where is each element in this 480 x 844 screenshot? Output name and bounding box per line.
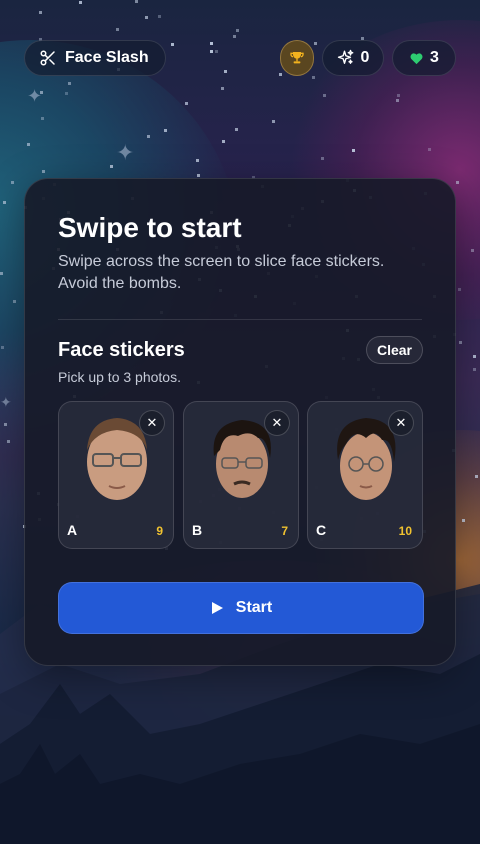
trophy-icon [289,50,305,66]
remove-sticker-button[interactable]: ✕ [264,410,290,436]
star [456,181,459,184]
panel-description: Swipe across the screen to slice face st… [58,253,385,292]
star [1,346,4,349]
star [458,288,461,291]
star [221,87,224,90]
star [79,1,82,4]
divider [58,319,422,320]
star [42,170,45,173]
sticker-count: 7 [281,524,288,538]
star [473,368,476,371]
star [321,157,324,160]
sticker-label: C [316,522,327,538]
star [272,120,275,123]
remove-sticker-button[interactable]: ✕ [388,410,414,436]
star [3,201,6,204]
star [135,0,138,3]
sparkle-icon: ✦ [0,394,12,410]
star [397,94,400,97]
star [11,181,14,184]
heart-icon [409,51,424,66]
star [185,102,188,105]
app-title-badge: Face Slash [24,40,166,76]
star [68,82,71,85]
star [39,11,42,14]
sticker-count: 9 [156,524,163,538]
star [27,143,30,146]
star [323,94,326,97]
star [428,148,431,151]
section-title: Face stickers [58,339,185,361]
sticker-label: A [67,522,78,538]
remove-sticker-button[interactable]: ✕ [139,410,165,436]
start-button[interactable]: Start [58,582,424,634]
start-label: Start [235,599,273,616]
star [145,16,148,19]
app-title: Face Slash [65,49,149,66]
sticker-label: B [192,522,203,538]
top-bar: Face Slash 0 3 [24,40,456,76]
clear-button[interactable]: Clear [365,336,423,364]
sticker-card-c[interactable]: ✕ C 10 [307,401,423,549]
star [222,140,225,143]
star [475,475,478,478]
star [41,117,44,120]
star [158,15,161,18]
sparkle-icon: ✦ [27,86,43,106]
star [235,128,238,131]
star [312,76,315,79]
star [13,300,16,303]
star [233,35,236,38]
leaderboard-button[interactable] [280,40,314,76]
star [7,440,10,443]
star [352,149,355,152]
star [473,355,476,358]
start-panel: Swipe to start Swipe across the screen t… [24,178,456,666]
star [110,165,113,168]
star [164,129,167,132]
score-value: 0 [360,49,370,66]
sticker-list: ✕ A 9 ✕ B 7 ✕ C 10 [58,401,424,549]
sticker-count: 10 [398,524,412,538]
score-badge: 0 [322,40,384,76]
star [197,174,200,177]
sparkle-icon: ✦ [116,140,135,165]
star [459,341,462,344]
star [0,272,3,275]
star [147,135,150,138]
star [65,92,68,95]
sticker-card-b[interactable]: ✕ B 7 [183,401,299,549]
section-hint: Pick up to 3 photos. [58,369,181,385]
star [471,249,474,252]
star [4,423,7,426]
star [396,99,399,102]
sparkles-icon [337,49,355,67]
lives-badge: 3 [392,40,456,76]
star [116,28,119,31]
scissors-icon [39,49,57,67]
play-icon [210,601,224,615]
star [196,159,199,162]
star [236,29,239,32]
sticker-card-a[interactable]: ✕ A 9 [58,401,174,549]
panel-heading: Swipe to start [58,212,242,243]
lives-value: 3 [430,49,439,66]
